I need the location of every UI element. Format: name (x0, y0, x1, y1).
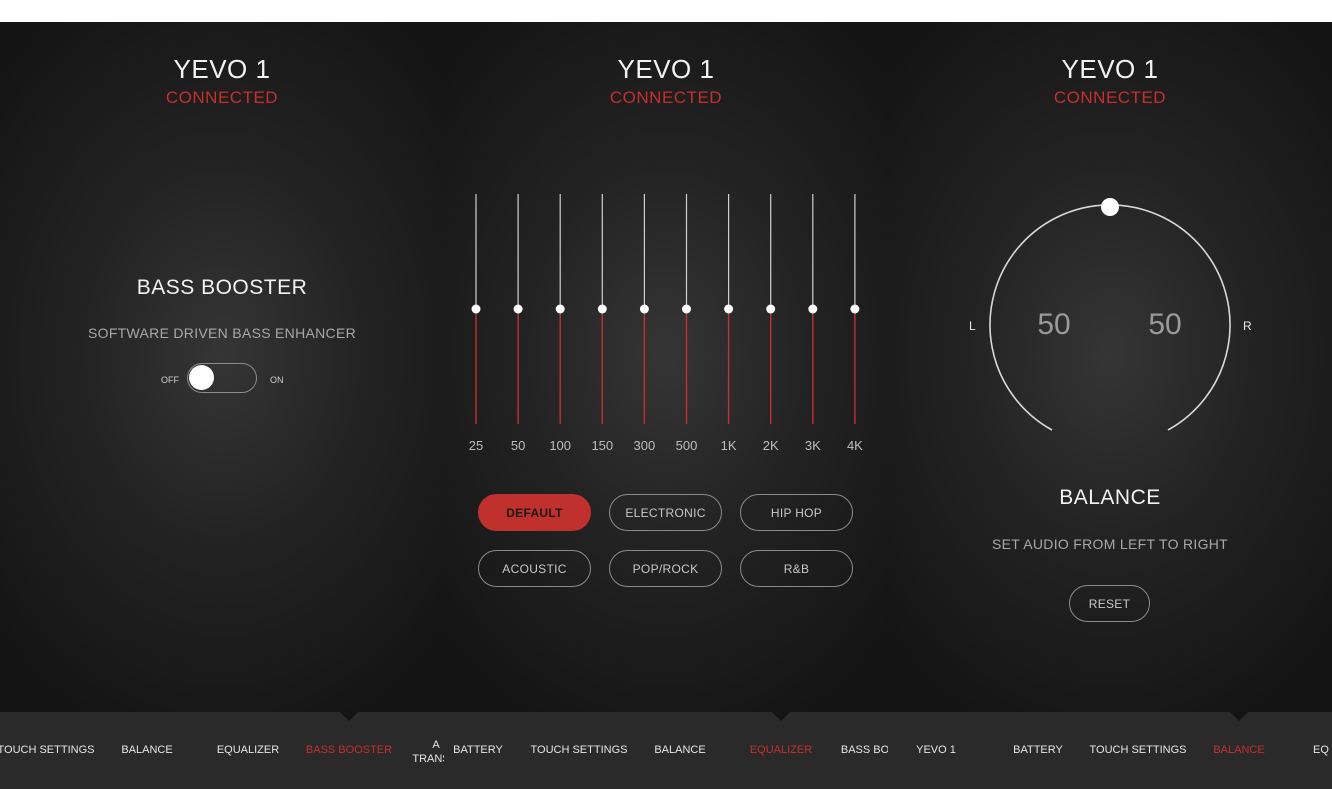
nav-item-battery[interactable]: BATTERY (453, 744, 503, 756)
reset-button[interactable]: RESET (1069, 585, 1150, 622)
nav-item-equalizer[interactable]: EQUALIZER (750, 744, 812, 756)
preset-hip-hop-button[interactable]: HIP HOP (740, 494, 853, 531)
preset-pop-rock-button[interactable]: POP/ROCK (609, 550, 722, 587)
preset-default-button[interactable]: DEFAULT (478, 494, 591, 531)
eq-band-label: 4K (846, 438, 863, 453)
toggle-knob[interactable] (189, 365, 214, 390)
nav-item-bass-booster[interactable]: BASS BO (841, 744, 888, 756)
nav-item-touch-settings[interactable]: TOUCH SETTINGS (1090, 744, 1187, 756)
eq-slider-knob-3k[interactable] (808, 304, 818, 314)
eq-band-label: 100 (549, 438, 572, 453)
nav-item-line2: TRANS (412, 753, 444, 765)
toggle-off-label: OFF (161, 375, 179, 385)
nav-item-bass-booster[interactable]: BASS BOOSTER (306, 744, 392, 756)
eq-slider-knob-500[interactable] (682, 304, 691, 314)
bottom-nav-2: BATTERY TOUCH SETTINGS BALANCE EQUALIZER… (444, 712, 888, 789)
bass-booster-title: BASS BOOSTER (136, 276, 308, 299)
toggle-on-label: ON (270, 375, 284, 385)
balance-left-value: 50 (1037, 308, 1071, 341)
nav-item-truncated[interactable]: A TRANS (412, 738, 444, 766)
active-tab-caret (340, 712, 358, 721)
eq-slider-knob-300[interactable] (639, 304, 649, 314)
eq-slider-knob-4k[interactable] (850, 304, 860, 314)
preset-electronic-button[interactable]: ELECTRONIC (609, 494, 722, 531)
nav-item-equalizer[interactable]: EQ (1313, 744, 1329, 756)
eq-band-label: 1K (720, 438, 737, 453)
active-tab-caret (772, 712, 790, 721)
nav-item-battery[interactable]: BATTERY (1013, 744, 1063, 756)
nav-item-balance[interactable]: BALANCE (654, 744, 705, 756)
balance-title: BALANCE (1059, 486, 1161, 509)
bottom-nav-1: TOUCH SETTINGS BALANCE EQUALIZER BASS BO… (0, 712, 444, 789)
eq-band-label: 50 (510, 438, 526, 453)
preset-rnb-button[interactable]: R&B (740, 550, 853, 587)
nav-item-touch-settings[interactable]: TOUCH SETTINGS (0, 744, 94, 756)
eq-band-label: 25 (468, 438, 484, 453)
nav-item-balance[interactable]: BALANCE (1213, 744, 1264, 756)
bottom-nav-3: YEVO 1 BATTERY TOUCH SETTINGS BALANCE EQ (888, 712, 1332, 789)
balance-left-label: L (969, 319, 976, 333)
balance-panel: YEVO 1 CONNECTED L R 50 50 BALANCE SET A… (888, 22, 1332, 712)
nav-item-equalizer[interactable]: EQUALIZER (217, 744, 279, 756)
bass-booster-panel: YEVO 1 CONNECTED BASS BOOSTER SOFTWARE D… (0, 22, 444, 712)
eq-slider-knob-1k[interactable] (724, 304, 734, 314)
bass-booster-toggle[interactable] (187, 363, 257, 393)
eq-band-label: 150 (591, 438, 614, 453)
eq-band-label: 3K (804, 438, 821, 453)
eq-band-label: 500 (675, 438, 698, 453)
balance-dial[interactable] (888, 22, 1332, 442)
eq-band-label: 2K (762, 438, 779, 453)
eq-slider-knob-150[interactable] (597, 304, 607, 314)
eq-slider-knob-2k[interactable] (766, 304, 776, 314)
equalizer-sliders[interactable] (444, 22, 888, 442)
preset-acoustic-button[interactable]: ACOUSTIC (478, 550, 591, 587)
eq-band-label: 300 (633, 438, 656, 453)
connection-status: CONNECTED (165, 88, 279, 107)
nav-item-touch-settings[interactable]: TOUCH SETTINGS (531, 744, 628, 756)
eq-slider-knob-50[interactable] (513, 304, 523, 314)
balance-knob[interactable] (1101, 198, 1119, 216)
balance-subtitle: SET AUDIO FROM LEFT TO RIGHT (991, 536, 1229, 552)
active-tab-caret (1230, 712, 1248, 721)
eq-slider-knob-25[interactable] (471, 304, 481, 314)
bass-booster-subtitle: SOFTWARE DRIVEN BASS ENHANCER (88, 325, 356, 341)
balance-right-value: 50 (1148, 308, 1182, 341)
device-name: YEVO 1 (173, 54, 271, 84)
nav-item-balance[interactable]: BALANCE (121, 744, 172, 756)
equalizer-panel: YEVO 1 CONNECTED 25 50 100 150 300 500 1K 2K 3K 4… (444, 22, 888, 712)
balance-right-label: R (1243, 319, 1252, 333)
eq-slider-knob-100[interactable] (555, 304, 565, 314)
nav-item-device[interactable]: YEVO 1 (916, 744, 956, 756)
top-white-strip (0, 0, 1332, 22)
nav-item-line1: A (432, 739, 440, 751)
